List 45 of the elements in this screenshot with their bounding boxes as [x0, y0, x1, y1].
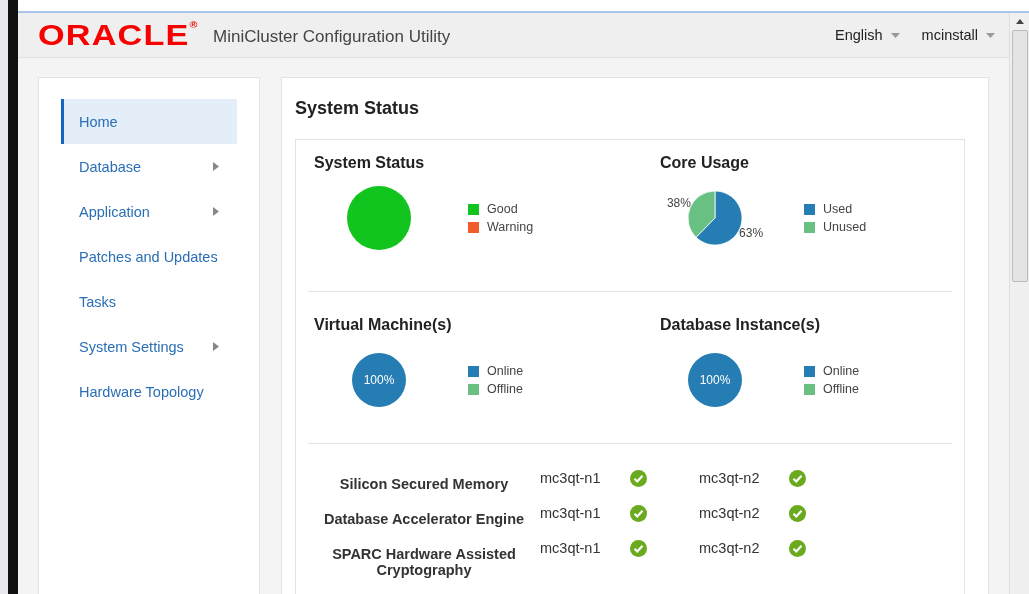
feature-label: Silicon Secured Memory — [338, 476, 510, 492]
legend-label: Online — [823, 364, 860, 378]
node-name: mc3qt-n2 — [699, 540, 761, 556]
sidebar-item[interactable]: Home — [61, 99, 237, 144]
caret-icon — [986, 32, 995, 38]
sidebar-item[interactable]: Patches and Updates — [61, 234, 237, 279]
legend-label: Warning — [487, 220, 534, 234]
legend-label: Offline — [823, 382, 859, 396]
pie-value-label: 100% — [699, 373, 731, 387]
node-name: mc3qt-n2 — [699, 470, 761, 486]
caret-icon — [890, 32, 900, 38]
sidebar-item[interactable]: Database — [61, 144, 237, 189]
page-title: System Status — [295, 98, 421, 119]
legend-label: Used — [823, 202, 853, 216]
app-title: MiniCluster Configuration Utility — [213, 27, 451, 47]
oracle-logo: ORACLE$^{®}$ — [38, 20, 198, 50]
chart-title: Core Usage — [660, 154, 750, 172]
pie-value-label: 100% — [363, 373, 395, 387]
sidebar-item[interactable]: System Settings — [61, 324, 237, 369]
legend-label: Unused — [823, 220, 867, 234]
dropdown-menu[interactable]: English — [835, 27, 900, 43]
node-name: mc3qt-n2 — [699, 505, 761, 521]
legend-label: Good — [487, 202, 518, 216]
scrollbar[interactable] — [1009, 13, 1029, 594]
sidebar-item[interactable]: Tasks — [61, 279, 237, 324]
node-name: mc3qt-n1 — [540, 505, 602, 521]
chart-title: Virtual Machine(s) — [314, 316, 453, 334]
pie-slice — [688, 353, 742, 407]
dropdown-menu[interactable]: mcinstall — [921, 27, 995, 43]
pie-value-label: 63% — [739, 225, 764, 240]
sidebar-item[interactable]: Application — [61, 189, 237, 234]
node-name: mc3qt-n1 — [540, 540, 602, 556]
chart-title: Database Instance(s) — [660, 316, 822, 334]
sidebar-item[interactable]: Hardware Topology — [61, 369, 237, 414]
pie-value-label: 38% — [666, 196, 691, 211]
legend-label: Offline — [487, 382, 523, 396]
scroll-up-icon[interactable] — [1015, 19, 1024, 24]
scrollbar-thumb[interactable] — [1011, 30, 1028, 282]
feature-label: Database Accelerator Engine — [322, 511, 526, 527]
node-name: mc3qt-n1 — [540, 470, 602, 486]
feature-label: SPARC Hardware Assisted Cryptography — [331, 546, 517, 578]
chart-title: System Status — [314, 154, 426, 172]
pie-slice — [352, 353, 406, 407]
legend-label: Online — [487, 364, 524, 378]
pie-slice — [347, 186, 411, 250]
